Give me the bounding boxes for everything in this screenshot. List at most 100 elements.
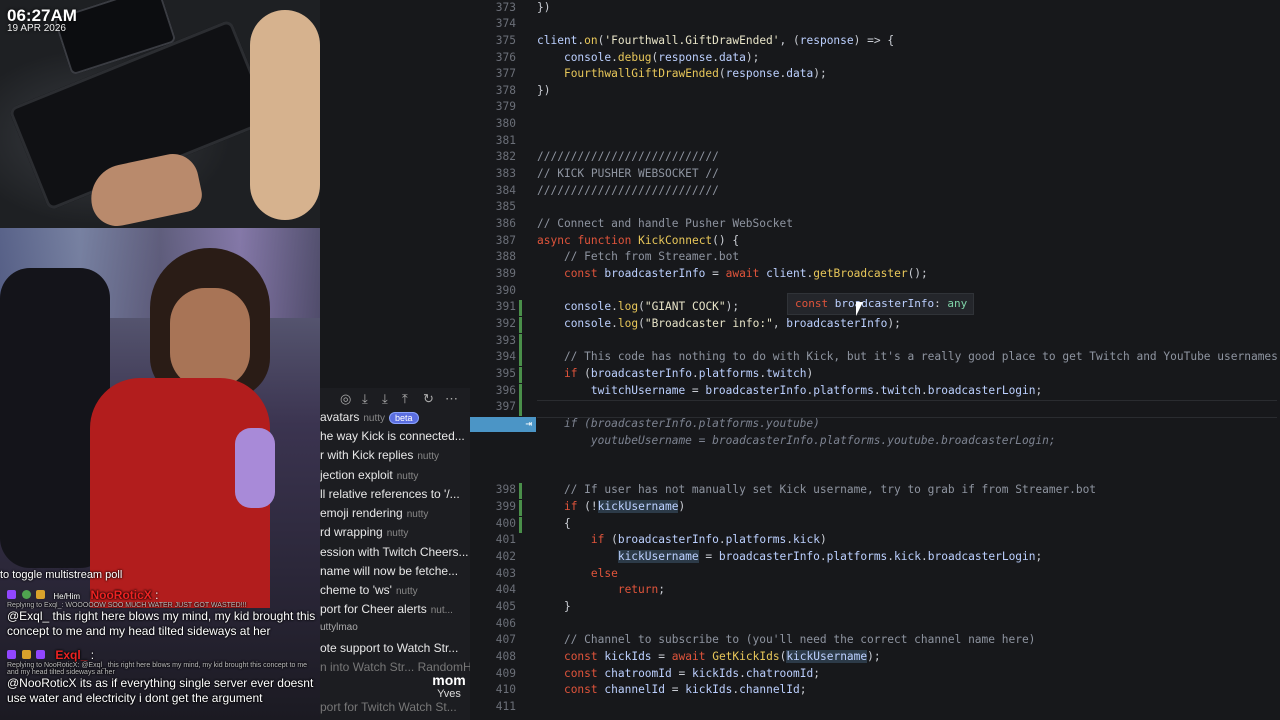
twitch-icon — [7, 650, 16, 659]
list-item-title: rd wrapping — [320, 525, 383, 539]
code-line[interactable]: console.log("GIANT COCK"); — [537, 300, 739, 313]
line-number: 395 — [495, 367, 516, 380]
line-number: 380 — [495, 117, 516, 130]
list-item-author: nutty — [363, 413, 386, 424]
ghost-suggestion-line[interactable]: if (broadcasterInfo.platforms.youtube) — [537, 417, 820, 430]
line-number: 384 — [495, 184, 516, 197]
modified-gutter-marker — [519, 350, 522, 366]
list-item[interactable]: emoji rendering nutty — [320, 506, 470, 520]
code-line[interactable]: console.log("Broadcaster info:", broadca… — [537, 317, 901, 330]
list-item[interactable]: uttylmao — [320, 622, 470, 633]
code-line[interactable]: /////////////////////////// — [537, 184, 719, 197]
badge-icon — [35, 590, 45, 599]
list-item[interactable]: avatars nutty beta — [320, 410, 470, 424]
list-item[interactable]: cheme to 'ws' nutty — [320, 583, 470, 597]
list-item[interactable]: name will now be fetche... — [320, 564, 470, 578]
arm-image — [250, 10, 320, 220]
code-line[interactable]: // Channel to subscribe to (you'll need … — [537, 633, 1036, 646]
code-line[interactable]: // KICK PUSHER WEBSOCKET // — [537, 167, 719, 180]
code-line[interactable]: // If user has not manually set Kick use… — [537, 483, 1096, 496]
list-item-author: nutty — [396, 471, 419, 482]
line-number: 402 — [495, 550, 516, 563]
ghost-suggestion-line[interactable]: youtubeUsername = broadcasterInfo.platfo… — [537, 434, 1056, 447]
now-playing-caption: mom Yves — [430, 672, 468, 700]
refresh-icon[interactable]: ↻ — [423, 388, 434, 410]
code-line[interactable]: const chatroomId = kickIds.chatroomId; — [537, 667, 820, 680]
list-item-title: uttylmao — [320, 622, 358, 633]
tooltip-name: broadcasterInfo — [834, 297, 935, 310]
list-item[interactable]: port for Cheer alerts nut... — [320, 602, 470, 616]
list-item[interactable]: ession with Twitch Cheers... — [320, 545, 470, 559]
line-number: 374 — [495, 17, 516, 30]
tab-accept-suggestion[interactable]: ⇥ — [470, 417, 536, 432]
download-icon[interactable]: ⤓ — [362, 388, 368, 410]
modified-gutter-marker — [519, 334, 522, 350]
modified-gutter-marker — [519, 517, 522, 533]
line-number: 378 — [495, 84, 516, 97]
download-icon[interactable]: ⤓ — [382, 388, 388, 410]
line-number: 399 — [495, 500, 516, 513]
list-item[interactable]: rd wrapping nutty — [320, 525, 470, 539]
tooltip-type: any — [947, 297, 968, 310]
list-item[interactable]: port for Twitch Watch St... — [320, 700, 470, 714]
list-item-author: nutty — [417, 451, 440, 462]
list-item[interactable]: jection exploit nutty — [320, 468, 470, 482]
code-line[interactable]: else — [537, 567, 618, 580]
code-line[interactable]: }) — [537, 1, 550, 14]
code-line[interactable]: if (broadcasterInfo.platforms.twitch) — [537, 367, 813, 380]
list-item[interactable]: he way Kick is connected... — [320, 429, 470, 443]
list-item-title: ote support to Watch Str... — [320, 641, 459, 655]
list-item-title: port for Twitch Watch St... — [320, 700, 457, 714]
code-line[interactable]: if (!kickUsername) — [537, 500, 685, 513]
code-line[interactable]: kickUsername = broadcasterInfo.platforms… — [537, 550, 1042, 563]
list-item-title: emoji rendering — [320, 506, 403, 520]
streamer-face — [170, 288, 250, 388]
code-editor[interactable]: 373}) 374 375 client.on('Fourthwall.GiftDra… — [470, 0, 1280, 720]
code-line[interactable]: const channelId = kickIds.channelId; — [537, 683, 807, 696]
code-line[interactable]: const broadcasterInfo = await client.get… — [537, 267, 928, 280]
line-number: 401 — [495, 533, 516, 546]
code-line[interactable]: if (broadcasterInfo.platforms.kick) — [537, 533, 827, 546]
upload-icon[interactable]: ⤒ — [402, 388, 408, 410]
more-icon[interactable]: ⋯ — [445, 388, 458, 410]
list-item-title: port for Cheer alerts — [320, 602, 427, 616]
list-item-author: nutty — [386, 528, 409, 539]
code-line[interactable]: // This code has nothing to do with Kick… — [537, 350, 1278, 363]
chat-username[interactable]: Exql_ — [55, 648, 87, 662]
code-line[interactable]: const kickIds = await GetKickIds(kickUse… — [537, 650, 881, 663]
code-line[interactable]: return; — [537, 583, 665, 596]
twitch-icon — [7, 590, 16, 599]
line-number: 381 — [495, 134, 516, 147]
code-line[interactable]: FourthwallGiftDrawEnded(response.data); — [537, 67, 827, 80]
list-item[interactable]: ote support to Watch Str... — [320, 641, 470, 655]
list-item-title: ll relative references to '/... — [320, 487, 460, 501]
list-item[interactable]: ll relative references to '/... — [320, 487, 470, 501]
code-line[interactable]: // Fetch from Streamer.bot — [537, 250, 739, 263]
code-line[interactable]: }) — [537, 84, 550, 97]
line-number: 409 — [495, 667, 516, 680]
tooltip-keyword: const — [795, 297, 829, 310]
code-line[interactable]: client.on('Fourthwall.GiftDrawEnded', (r… — [537, 34, 894, 47]
code-line[interactable]: { — [537, 517, 571, 530]
code-line[interactable]: // Connect and handle Pusher WebSocket — [537, 217, 793, 230]
list-item[interactable]: r with Kick replies nutty — [320, 448, 470, 462]
modified-gutter-marker — [519, 400, 522, 416]
modified-gutter-marker — [519, 500, 522, 516]
line-number: 407 — [495, 633, 516, 646]
modified-gutter-marker — [519, 384, 522, 400]
chat-message: Exql_ : Replying to NooRoticX: @Exql_ th… — [0, 648, 320, 706]
line-number: 408 — [495, 650, 516, 663]
webcam-desk: 06:27AM 19 APR 2026 — [0, 0, 320, 228]
code-line[interactable]: async function KickConnect() { — [537, 234, 739, 247]
line-number: 386 — [495, 217, 516, 230]
code-line[interactable]: twitchUsername = broadcasterInfo.platfor… — [537, 384, 1042, 397]
code-line[interactable]: console.debug(response.data); — [537, 51, 759, 64]
modified-gutter-marker — [519, 483, 522, 499]
code-line[interactable]: /////////////////////////// — [537, 150, 719, 163]
line-number: 382 — [495, 150, 516, 163]
modified-gutter-marker — [519, 300, 522, 316]
code-line[interactable]: } — [537, 600, 571, 613]
line-number: 392 — [495, 317, 516, 330]
chat-username[interactable]: NooRoticX — [90, 588, 151, 602]
settings-icon[interactable]: ◎ — [340, 388, 351, 410]
